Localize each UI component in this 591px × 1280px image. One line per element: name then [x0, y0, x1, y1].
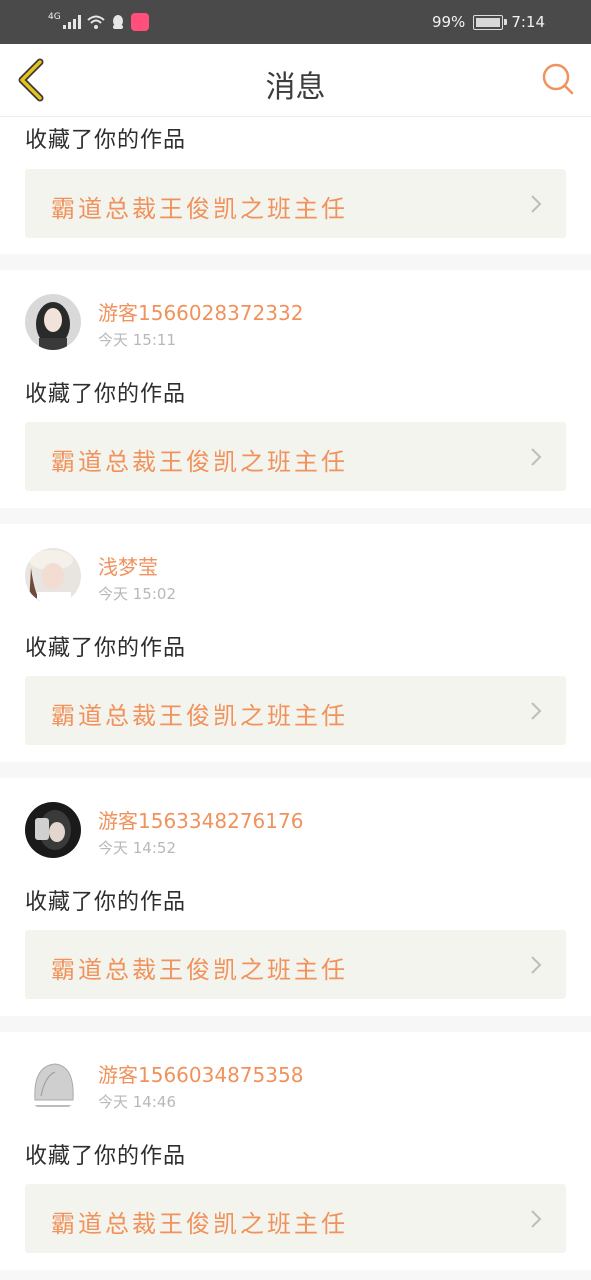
avatar[interactable]: [25, 548, 81, 604]
notification-action: 收藏了你的作品: [25, 890, 187, 915]
username[interactable]: 游客1566034875358: [98, 1059, 303, 1088]
notification-action: 收藏了你的作品: [25, 382, 187, 407]
notification-list: 收藏了你的作品 霸道总裁王俊凯之班主任 游客1566028372332 今天 1…: [0, 117, 591, 1270]
work-link[interactable]: 霸道总裁王俊凯之班主任: [25, 930, 566, 999]
notification-card: 浅梦莹 今天 15:02 收藏了你的作品 霸道总裁王俊凯之班主任: [0, 524, 591, 762]
avatar[interactable]: [25, 294, 81, 350]
timestamp: 今天 15:02: [98, 585, 176, 603]
page-title: 消息: [265, 70, 326, 105]
search-button[interactable]: [541, 62, 575, 96]
status-right: 99% 7:14: [432, 11, 545, 33]
work-title: 霸道总裁王俊凯之班主任: [51, 702, 348, 730]
username[interactable]: 浅梦莹: [98, 551, 158, 580]
notification-card: 收藏了你的作品 霸道总裁王俊凯之班主任: [0, 117, 591, 254]
chevron-right-icon: [531, 195, 542, 213]
chevron-right-icon: [531, 702, 542, 720]
app-header: 消息: [0, 44, 591, 117]
username[interactable]: 游客1566028372332: [98, 297, 303, 326]
clock: 7:14: [511, 13, 545, 31]
notification-card: 游客1563348276176 今天 14:52 收藏了你的作品 霸道总裁王俊凯…: [0, 778, 591, 1016]
timestamp: 今天 15:11: [98, 331, 176, 349]
notification-card: 游客1566028372332 今天 15:11 收藏了你的作品 霸道总裁王俊凯…: [0, 270, 591, 508]
chevron-right-icon: [531, 1210, 542, 1228]
notification-action: 收藏了你的作品: [25, 1144, 187, 1169]
avatar[interactable]: [25, 1056, 81, 1112]
work-title: 霸道总裁王俊凯之班主任: [51, 448, 348, 476]
notification-action: 收藏了你的作品: [25, 128, 187, 153]
username[interactable]: 游客1563348276176: [98, 805, 303, 834]
notification-card: 游客1566034875358 今天 14:46 收藏了你的作品 霸道总裁王俊凯…: [0, 1032, 591, 1270]
work-title: 霸道总裁王俊凯之班主任: [51, 956, 348, 984]
work-link[interactable]: 霸道总裁王俊凯之班主任: [25, 676, 566, 745]
network-type: 4G: [48, 12, 61, 22]
qq-icon: [112, 15, 123, 29]
timestamp: 今天 14:52: [98, 839, 176, 857]
timestamp: 今天 14:46: [98, 1093, 176, 1111]
battery-icon: [473, 14, 508, 30]
work-title: 霸道总裁王俊凯之班主任: [51, 1210, 348, 1238]
battery-percent: 99%: [431, 13, 466, 31]
work-link[interactable]: 霸道总裁王俊凯之班主任: [25, 169, 566, 238]
work-link[interactable]: 霸道总裁王俊凯之班主任: [25, 422, 566, 491]
wifi-icon: [87, 15, 105, 29]
work-link[interactable]: 霸道总裁王俊凯之班主任: [25, 1184, 566, 1253]
status-bar: 4G 99% 7:14: [0, 0, 591, 44]
avatar[interactable]: [25, 802, 81, 858]
work-title: 霸道总裁王俊凯之班主任: [51, 195, 348, 223]
notification-action: 收藏了你的作品: [25, 636, 187, 661]
app-notification-icon: [130, 13, 149, 31]
chevron-right-icon: [531, 956, 542, 974]
signal-icon: [62, 15, 81, 29]
status-left: 4G: [48, 11, 149, 33]
chevron-right-icon: [531, 448, 542, 466]
